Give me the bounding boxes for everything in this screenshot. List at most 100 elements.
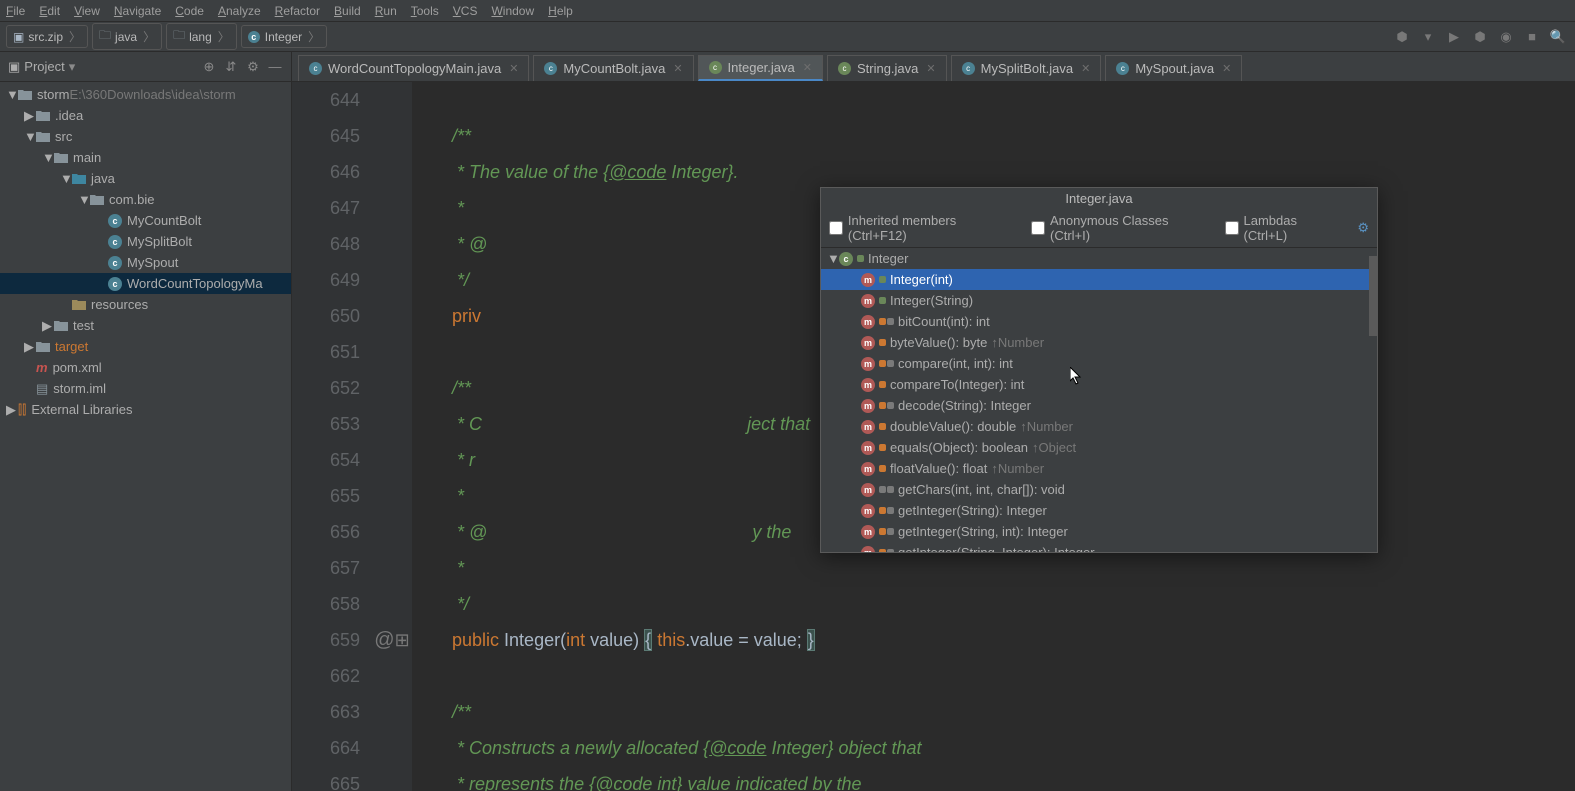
popup-option[interactable]: Inherited members (Ctrl+F12) <box>829 213 1017 243</box>
menu-tools[interactable]: Tools <box>411 4 439 18</box>
line-gutter: 6446456466476486496506516526536546556566… <box>292 82 372 791</box>
breadcrumb-Integer[interactable]: cInteger〉 <box>241 25 327 48</box>
close-icon[interactable]: ✕ <box>1081 62 1090 75</box>
menu-window[interactable]: Window <box>491 4 534 18</box>
menu-navigate[interactable]: Navigate <box>114 4 161 18</box>
menu-help[interactable]: Help <box>548 4 573 18</box>
menu-vcs[interactable]: VCS <box>453 4 478 18</box>
tree-item-.idea[interactable]: ▶.idea <box>0 105 291 126</box>
menu-refactor[interactable]: Refactor <box>275 4 320 18</box>
menu-run[interactable]: Run <box>375 4 397 18</box>
tab-MyCountBolt.java[interactable]: cMyCountBolt.java✕ <box>533 55 693 81</box>
gear-icon[interactable]: ⚙ <box>1357 220 1369 236</box>
structure-item[interactable]: mgetInteger(String, int): Integer <box>821 521 1377 542</box>
popup-option[interactable]: Anonymous Classes (Ctrl+I) <box>1031 213 1211 243</box>
stop-icon[interactable]: ■ <box>1521 26 1543 48</box>
navigation-bar: ▣src.zip〉🗀java〉🗀lang〉cInteger〉 ⬢ ▾ ▶ ⬢ ◉… <box>0 22 1575 52</box>
editor-tabs[interactable]: cWordCountTopologyMain.java✕cMyCountBolt… <box>292 52 1575 82</box>
structure-item[interactable]: mgetChars(int, int, char[]): void <box>821 479 1377 500</box>
tree-item-main[interactable]: ▼main <box>0 147 291 168</box>
menu-code[interactable]: Code <box>175 4 204 18</box>
search-icon[interactable]: 🔍 <box>1547 26 1569 48</box>
structure-item[interactable]: mbyteValue(): byte↑Number <box>821 332 1377 353</box>
build-icon[interactable]: ⬢ <box>1391 26 1413 48</box>
structure-item[interactable]: mcompareTo(Integer): int <box>821 374 1377 395</box>
popup-list[interactable]: ▼cIntegermInteger(int)mInteger(String)mb… <box>821 248 1377 552</box>
structure-item[interactable]: mequals(Object): boolean↑Object <box>821 437 1377 458</box>
gutter-marks[interactable]: @ ⊞ <box>372 82 412 791</box>
collapse-icon[interactable]: ⇵ <box>223 59 239 75</box>
tab-Integer.java[interactable]: cInteger.java✕ <box>698 55 823 81</box>
tree-item-storm.iml[interactable]: ▤storm.iml <box>0 378 291 399</box>
structure-item[interactable]: mInteger(int) <box>821 269 1377 290</box>
menu-file[interactable]: File <box>6 4 25 18</box>
run-config-dropdown[interactable]: ▾ <box>1417 26 1439 48</box>
toolbar-right[interactable]: ⬢ ▾ ▶ ⬢ ◉ ■ 🔍 <box>1391 26 1569 48</box>
checkbox[interactable] <box>1031 221 1045 235</box>
run-icon[interactable]: ▶ <box>1443 26 1465 48</box>
popup-scrollbar[interactable] <box>1369 248 1377 552</box>
dropdown-icon[interactable]: ▾ <box>69 59 76 75</box>
close-icon[interactable]: ✕ <box>1222 62 1231 75</box>
menu-view[interactable]: View <box>74 4 100 18</box>
structure-item[interactable]: mdecode(String): Integer <box>821 395 1377 416</box>
coverage-icon[interactable]: ◉ <box>1495 26 1517 48</box>
class-icon: c <box>1116 62 1129 75</box>
tree-item-java[interactable]: ▼java <box>0 168 291 189</box>
method-icon: m <box>861 378 875 392</box>
structure-item[interactable]: mdoubleValue(): double↑Number <box>821 416 1377 437</box>
structure-root[interactable]: ▼cInteger <box>821 248 1377 269</box>
tree-item-pom.xml[interactable]: mpom.xml <box>0 357 291 378</box>
close-icon[interactable]: ✕ <box>803 61 812 74</box>
project-tree[interactable]: ▼storm E:\360Downloads\idea\storm▶.idea▼… <box>0 82 291 791</box>
structure-item[interactable]: mbitCount(int): int <box>821 311 1377 332</box>
structure-item[interactable]: mInteger(String) <box>821 290 1377 311</box>
locate-icon[interactable]: ⊕ <box>201 59 217 75</box>
tree-item-storm[interactable]: ▼storm E:\360Downloads\idea\storm <box>0 84 291 105</box>
tab-MySpout.java[interactable]: cMySpout.java✕ <box>1105 55 1242 81</box>
structure-item[interactable]: mcompare(int, int): int <box>821 353 1377 374</box>
menubar[interactable]: File Edit View Navigate Code Analyze Refactor B… <box>0 0 1575 22</box>
method-icon: m <box>861 357 875 371</box>
checkbox[interactable] <box>1225 221 1239 235</box>
panel-title[interactable]: Project <box>24 59 64 74</box>
checkbox[interactable] <box>829 221 843 235</box>
tab-String.java[interactable]: cString.java✕ <box>827 55 947 81</box>
tree-item-target[interactable]: ▶target <box>0 336 291 357</box>
project-dropdown-icon[interactable]: ▣ <box>8 59 20 75</box>
tree-item-MyCountBolt[interactable]: cMyCountBolt <box>0 210 291 231</box>
hide-icon[interactable]: ― <box>267 59 283 75</box>
menu-edit[interactable]: Edit <box>39 4 60 18</box>
tree-item-com.bie[interactable]: ▼com.bie <box>0 189 291 210</box>
gear-icon[interactable]: ⚙ <box>245 59 261 75</box>
structure-popup[interactable]: Integer.java Inherited members (Ctrl+F12… <box>820 187 1378 553</box>
structure-item[interactable]: mgetInteger(String): Integer <box>821 500 1377 521</box>
tree-item-External Libraries[interactable]: ▶⫿⫿External Libraries <box>0 399 291 420</box>
structure-item[interactable]: mgetInteger(String, Integer): Integer <box>821 542 1377 552</box>
structure-item[interactable]: mfloatValue(): float↑Number <box>821 458 1377 479</box>
tree-item-MySplitBolt[interactable]: cMySplitBolt <box>0 231 291 252</box>
popup-title: Integer.java <box>821 188 1377 209</box>
tree-item-WordCountTopologyMa[interactable]: cWordCountTopologyMa <box>0 273 291 294</box>
close-icon[interactable]: ✕ <box>509 62 518 75</box>
close-icon[interactable]: ✕ <box>673 62 682 75</box>
class-icon: c <box>309 62 322 75</box>
tree-item-MySpout[interactable]: cMySpout <box>0 252 291 273</box>
popup-option[interactable]: Lambdas (Ctrl+L) <box>1225 213 1344 243</box>
tree-item-test[interactable]: ▶test <box>0 315 291 336</box>
tab-MySplitBolt.java[interactable]: cMySplitBolt.java✕ <box>951 55 1102 81</box>
menu-build[interactable]: Build <box>334 4 361 18</box>
tree-item-resources[interactable]: resources <box>0 294 291 315</box>
method-icon: m <box>861 441 875 455</box>
breadcrumbs[interactable]: ▣src.zip〉🗀java〉🗀lang〉cInteger〉 <box>6 23 331 50</box>
tree-item-src[interactable]: ▼src <box>0 126 291 147</box>
method-icon: m <box>861 483 875 497</box>
tab-WordCountTopologyMain.java[interactable]: cWordCountTopologyMain.java✕ <box>298 55 529 81</box>
menu-analyze[interactable]: Analyze <box>218 4 261 18</box>
breadcrumb-lang[interactable]: 🗀lang〉 <box>166 23 237 50</box>
breadcrumb-java[interactable]: 🗀java〉 <box>92 23 162 50</box>
breadcrumb-src.zip[interactable]: ▣src.zip〉 <box>6 25 88 48</box>
close-icon[interactable]: ✕ <box>926 62 935 75</box>
debug-icon[interactable]: ⬢ <box>1469 26 1491 48</box>
method-icon: m <box>861 273 875 287</box>
